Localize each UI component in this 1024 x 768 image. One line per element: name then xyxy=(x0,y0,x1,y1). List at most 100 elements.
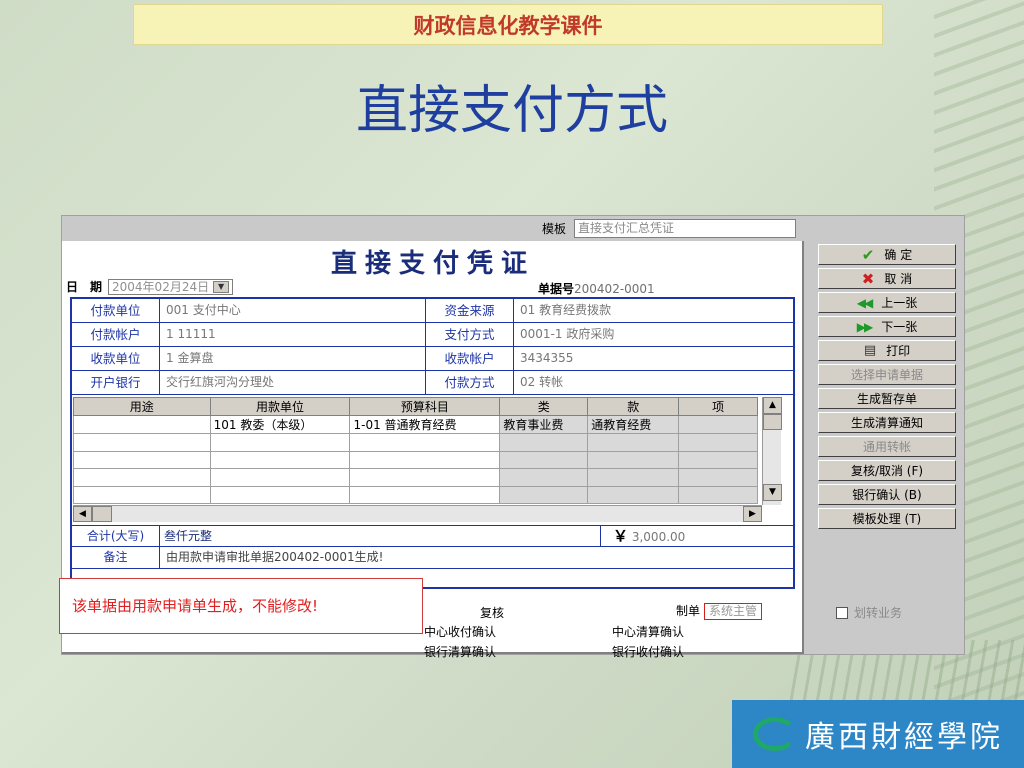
column-header[interactable]: 预算科目 xyxy=(349,397,501,416)
total-label: 合计(大写) xyxy=(72,526,160,546)
template-process-button[interactable]: 模板处理 (T) xyxy=(818,508,956,529)
doc-number-value: 200402-0001 xyxy=(574,282,655,296)
maker-value: 系统主管 xyxy=(704,603,763,620)
column-header[interactable]: 类 xyxy=(499,397,589,416)
bank-clear-confirm: 银行清算确认 xyxy=(424,645,497,659)
date-picker[interactable]: 2004年02月24日 ▼ xyxy=(108,278,234,295)
table-cell[interactable] xyxy=(678,415,758,434)
table-cell[interactable]: 教育事业费 xyxy=(499,415,589,434)
total-amount-cell: ￥ 3,000.00 xyxy=(601,526,793,546)
check-icon: ✔ xyxy=(861,245,875,264)
table-row[interactable] xyxy=(73,450,758,469)
table-row[interactable] xyxy=(73,433,758,452)
scroll-thumb[interactable] xyxy=(763,414,782,430)
button-label: 打印 xyxy=(886,344,911,358)
field-label: 付款帐户 xyxy=(72,323,160,346)
column-header[interactable]: 款 xyxy=(587,397,680,416)
doc-number: 单据号200402-0001 xyxy=(538,280,655,297)
field-row: 开户银行 交行红旗河沟分理处 付款方式 02 转帐 xyxy=(72,371,793,395)
table-cell[interactable]: 通教育经费 xyxy=(587,415,680,434)
chevron-down-icon[interactable]: ▼ xyxy=(213,280,230,293)
date-value: 2004年02月24日 xyxy=(112,279,210,294)
items-table: 用途 用款单位 预算科目 类 款 项 101 教委（本级） 1-01 普通教育经… xyxy=(73,397,758,504)
field-value[interactable]: 1 11111 xyxy=(160,323,426,346)
bank-pay-confirm: 银行收付确认 xyxy=(612,645,685,659)
transfer-business-checkbox[interactable]: 划转业务 xyxy=(836,604,902,621)
field-value[interactable]: 0001-1 政府采购 xyxy=(514,323,793,346)
note-row: 备注 由用款申请审批单据200402-0001生成! xyxy=(72,547,793,569)
vertical-scrollbar[interactable]: ▲ ▼ xyxy=(762,397,782,505)
review-cancel-button[interactable]: 复核/取消 (F) xyxy=(818,460,956,481)
button-label: 下一张 xyxy=(881,320,918,334)
cancel-button[interactable]: ✖ 取 消 xyxy=(818,268,956,289)
create-temp-button[interactable]: 生成暂存单 xyxy=(818,388,956,409)
create-clearing-notice-button[interactable]: 生成清算通知 xyxy=(818,412,956,433)
field-label: 支付方式 xyxy=(426,323,514,346)
prev-button[interactable]: ◀◀ 上一张 xyxy=(818,292,956,313)
college-logo: 廣西財經學院 xyxy=(732,700,1024,768)
bank-confirm-button[interactable]: 银行确认 (B) xyxy=(818,484,956,505)
confirm-button[interactable]: ✔ 确 定 xyxy=(818,244,956,265)
checkbox-label: 划转业务 xyxy=(854,606,903,620)
horizontal-scrollbar[interactable]: ◀ ▶ xyxy=(73,505,762,522)
prev-arrows-icon: ◀◀ xyxy=(856,295,874,310)
table-cell[interactable] xyxy=(73,415,211,434)
general-transfer-button[interactable]: 通用转帐 xyxy=(818,436,956,457)
field-label: 收款单位 xyxy=(72,347,160,370)
scroll-down-icon[interactable]: ▼ xyxy=(763,484,782,501)
date-row: 日 期 2004年02月24日 ▼ xyxy=(66,278,234,295)
table-row[interactable]: 101 教委（本级） 1-01 普通教育经费 教育事业费 通教育经费 xyxy=(73,415,758,434)
header-fields: 付款单位 001 支付中心 资金来源 01 教育经费拨款 付款帐户 1 1111… xyxy=(72,299,793,395)
printer-icon: ▤ xyxy=(863,343,877,358)
note-text[interactable]: 由用款申请审批单据200402-0001生成! xyxy=(160,547,793,568)
field-value[interactable]: 001 支付中心 xyxy=(160,299,426,322)
logo-text: 廣西財經學院 xyxy=(805,720,1003,755)
button-label: 确 定 xyxy=(884,248,913,262)
review-label: 复核 xyxy=(480,606,505,620)
table-row[interactable] xyxy=(73,485,758,504)
field-value[interactable]: 01 教育经费拨款 xyxy=(514,299,793,322)
date-label: 日 期 xyxy=(66,280,103,294)
field-value[interactable]: 3434355 xyxy=(514,347,793,370)
scroll-left-icon[interactable]: ◀ xyxy=(73,506,92,522)
column-header[interactable]: 项 xyxy=(678,397,758,416)
print-button[interactable]: ▤ 打印 xyxy=(818,340,956,361)
next-arrows-icon: ▶▶ xyxy=(856,319,874,334)
doc-number-label: 单据号 xyxy=(538,282,575,296)
table-row[interactable] xyxy=(73,468,758,487)
field-row: 付款帐户 1 11111 支付方式 0001-1 政府采购 xyxy=(72,323,793,347)
field-label: 开户银行 xyxy=(72,371,160,394)
template-field[interactable]: 直接支付汇总凭证 xyxy=(574,219,797,238)
course-banner: 财政信息化教学课件 xyxy=(133,4,883,45)
scroll-up-icon[interactable]: ▲ xyxy=(763,397,782,414)
template-row: 模板 直接支付汇总凭证 xyxy=(542,219,797,238)
button-label: 取 消 xyxy=(884,272,913,286)
button-label: 上一张 xyxy=(881,296,918,310)
action-buttons: ✔ 确 定 ✖ 取 消 ◀◀ 上一张 ▶▶ 下一张 ▤ 打印 选择申请单据 生成暂存单 生… xyxy=(818,244,956,532)
field-label: 付款单位 xyxy=(72,299,160,322)
total-in-words: 叁仟元整 xyxy=(160,526,601,546)
next-button[interactable]: ▶▶ 下一张 xyxy=(818,316,956,337)
warning-message: 该单据由用款申请单生成，不能修改! xyxy=(59,578,423,634)
center-clear-confirm: 中心清算确认 xyxy=(612,625,685,639)
currency-symbol: ￥ xyxy=(613,527,629,545)
voucher-title: 直接支付凭证 xyxy=(330,249,535,279)
scroll-right-icon[interactable]: ▶ xyxy=(743,506,762,522)
voucher-form: 付款单位 001 支付中心 资金来源 01 教育经费拨款 付款帐户 1 1111… xyxy=(70,297,795,589)
cross-icon: ✖ xyxy=(861,269,875,288)
field-value[interactable]: 1 金算盘 xyxy=(160,347,426,370)
field-row: 付款单位 001 支付中心 资金来源 01 教育经费拨款 xyxy=(72,299,793,323)
total-row: 合计(大写) 叁仟元整 ￥ 3,000.00 xyxy=(72,525,793,547)
table-cell[interactable]: 101 教委（本级） xyxy=(209,415,351,434)
checkbox-box[interactable] xyxy=(836,606,848,619)
table-header-row: 用途 用款单位 预算科目 类 款 项 xyxy=(73,397,758,416)
column-header[interactable]: 用途 xyxy=(73,397,211,416)
scroll-thumb[interactable] xyxy=(92,506,112,522)
field-value[interactable]: 02 转帐 xyxy=(514,371,793,394)
table-cell[interactable]: 1-01 普通教育经费 xyxy=(349,415,501,434)
items-grid: 用途 用款单位 预算科目 类 款 项 101 教委（本级） 1-01 普通教育经… xyxy=(73,397,785,525)
field-value[interactable]: 交行红旗河沟分理处 xyxy=(160,371,426,394)
column-header[interactable]: 用款单位 xyxy=(209,397,351,416)
select-request-button[interactable]: 选择申请单据 xyxy=(818,364,956,385)
template-label: 模板 xyxy=(542,222,567,236)
